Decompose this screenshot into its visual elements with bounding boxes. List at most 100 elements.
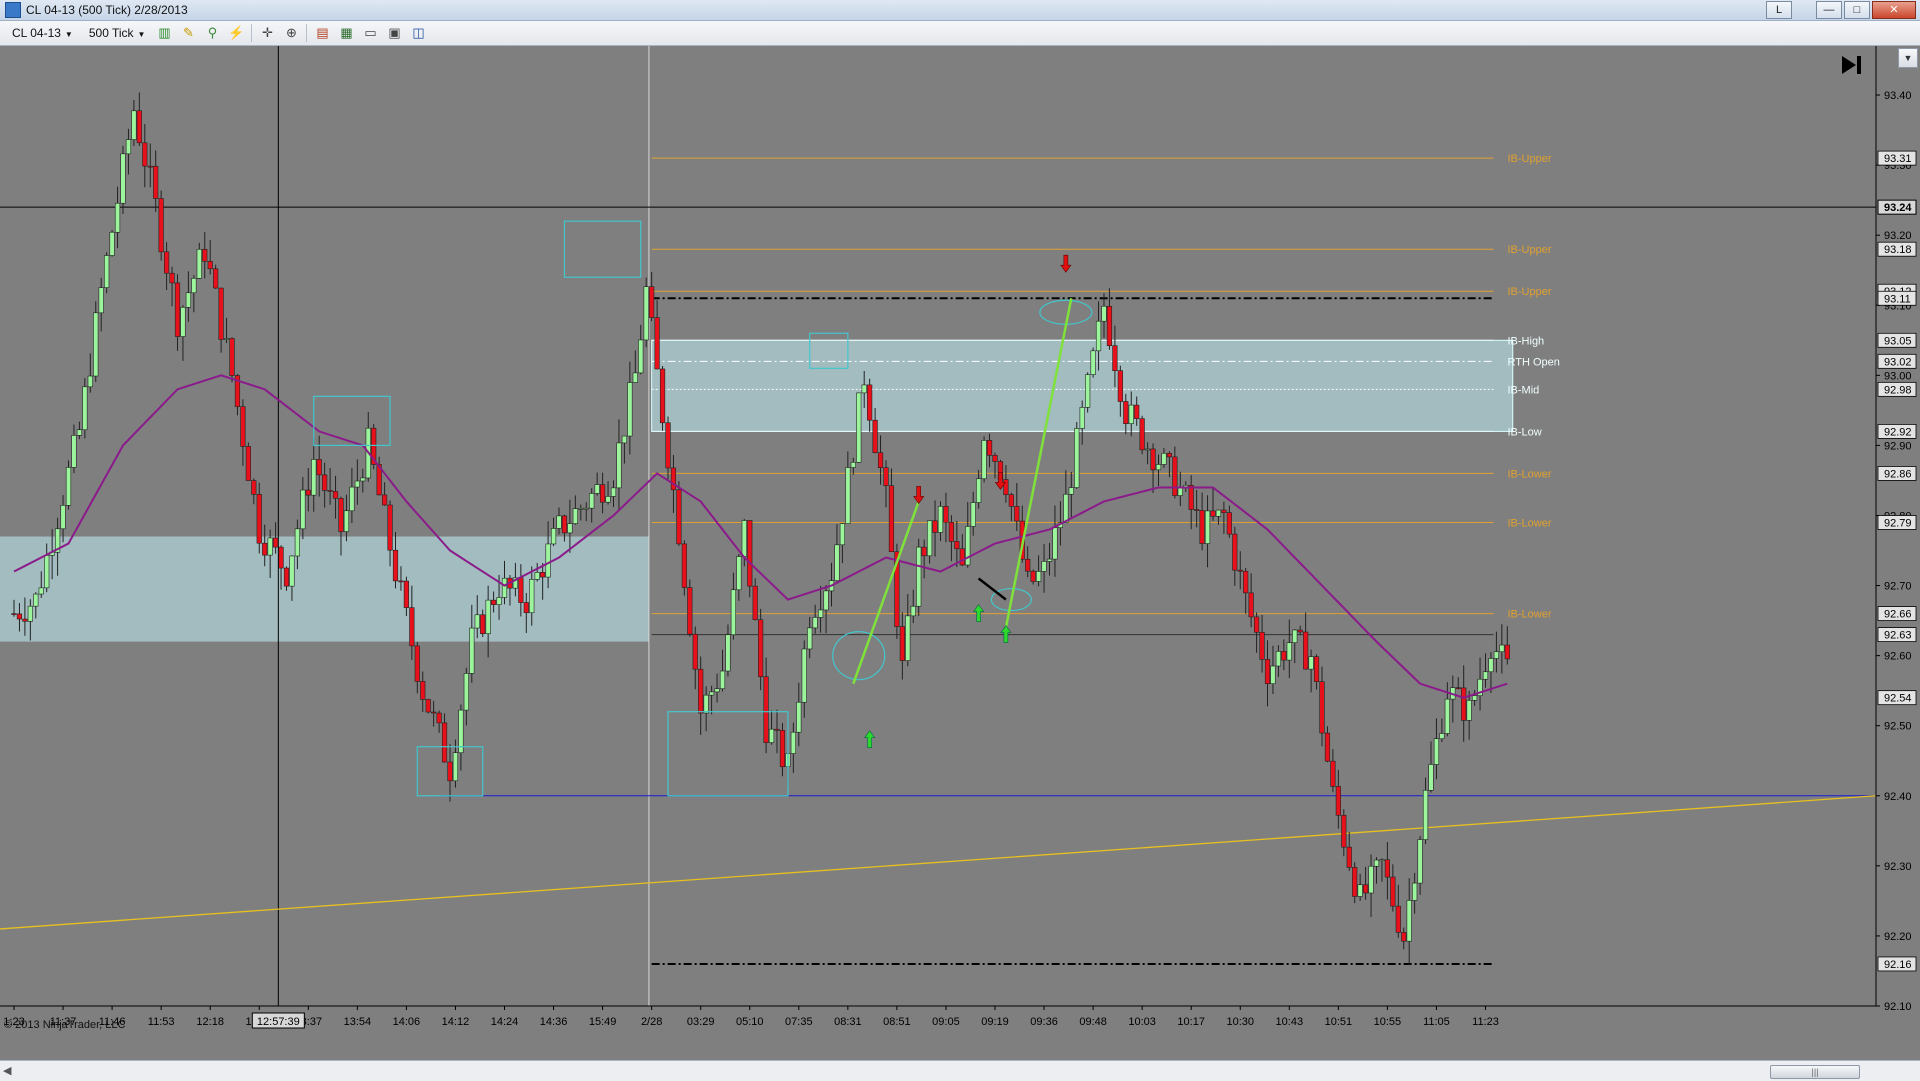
y-tick-label: 92.30: [1884, 861, 1912, 873]
candle-body: [758, 619, 764, 678]
scroll-left-icon[interactable]: ◀: [3, 1064, 11, 1077]
candle-body: [158, 198, 164, 253]
candle-body: [1101, 305, 1107, 322]
candle-body: [1177, 487, 1183, 496]
x-tick-label: 10:03: [1128, 1016, 1156, 1028]
candle-body: [823, 590, 829, 611]
candle-body: [71, 435, 77, 468]
toolbar-separator: [251, 24, 253, 42]
candle-body: [616, 442, 622, 489]
window-controls: L — □ ✕: [1766, 1, 1916, 19]
properties-icon[interactable]: ▤: [313, 24, 331, 42]
zoom-icon[interactable]: ⊕: [282, 24, 300, 42]
candle-body: [104, 255, 110, 288]
drawing-tool-icon[interactable]: ✎: [179, 24, 197, 42]
candle-body: [583, 507, 589, 510]
x-tick-label: 09:05: [932, 1016, 960, 1028]
crosshair-icon[interactable]: ✛: [258, 24, 276, 42]
layout-icon[interactable]: ◫: [409, 24, 427, 42]
candle-body: [839, 523, 845, 546]
candle-body: [93, 312, 99, 377]
candle-body: [992, 455, 998, 462]
candle-body: [1466, 700, 1472, 721]
scrollbar-thumb[interactable]: |||: [1770, 1065, 1860, 1079]
indicator-icon[interactable]: ⚲: [203, 24, 221, 42]
candle-body: [779, 730, 786, 768]
chart-panel[interactable]: IB-Upper IB-Upper IB-Upper IB-High RTH Open I…: [0, 46, 1920, 1060]
candle-body: [676, 489, 682, 545]
x-tick-label: 09:19: [981, 1016, 1009, 1028]
candle-body: [283, 567, 290, 587]
bar-type-icon[interactable]: ▥: [155, 24, 173, 42]
interval-selector[interactable]: 500 Tick ▼: [85, 24, 150, 42]
strategy-icon[interactable]: ⚡: [227, 24, 245, 42]
candle-body: [169, 272, 175, 284]
axis-value-label: 92.98: [1884, 384, 1912, 396]
candle-body: [1204, 510, 1211, 544]
candle-body: [1128, 404, 1134, 424]
y-tick-label: 93.00: [1884, 370, 1912, 382]
order-icon[interactable]: ▣: [385, 24, 403, 42]
axis-value-label: 93.02: [1884, 356, 1912, 368]
candle-body: [708, 691, 715, 696]
candle-body: [1226, 512, 1232, 535]
candle-body: [38, 587, 44, 595]
x-tick-label: 14:12: [442, 1016, 470, 1028]
horizontal-scrollbar[interactable]: ◀ |||: [0, 1060, 1920, 1081]
candle-body: [1188, 485, 1194, 510]
candle-body: [289, 555, 295, 587]
y-tick-label: 93.40: [1884, 90, 1912, 102]
candle-body: [1504, 644, 1510, 660]
candle-body: [1008, 494, 1014, 507]
candle-body: [1155, 464, 1162, 471]
candle-body: [480, 614, 486, 634]
candle-body: [807, 627, 813, 650]
close-icon[interactable]: ✕: [1872, 1, 1916, 19]
chart-menu-dropdown[interactable]: ▼: [1898, 48, 1918, 68]
candle-body: [469, 627, 475, 674]
candle-body: [1095, 320, 1102, 352]
candle-body: [877, 452, 884, 468]
candle-body: [649, 286, 655, 318]
axis-value-label: 92.86: [1884, 468, 1912, 480]
x-tick-label: 10:30: [1226, 1016, 1254, 1028]
candle-body: [245, 446, 251, 481]
candle-body: [872, 419, 878, 453]
cursor-time-label: 12:57:39: [257, 1016, 300, 1028]
y-tick-label: 92.70: [1884, 581, 1912, 593]
level-label: IB-High: [1508, 335, 1545, 347]
candle-body: [572, 508, 578, 524]
candle-body: [1417, 839, 1423, 884]
candle-body: [403, 580, 410, 608]
level-label: IB-Lower: [1508, 609, 1552, 621]
candle-body: [196, 249, 202, 279]
x-tick-label: 10:51: [1325, 1016, 1353, 1028]
candle-body: [1368, 865, 1374, 894]
candle-body: [1199, 510, 1205, 544]
toolbar-separator: [306, 24, 308, 42]
axis-value-label: 92.66: [1884, 609, 1912, 621]
x-tick-label: 08:31: [834, 1016, 862, 1028]
y-tick-label: 92.10: [1884, 1001, 1912, 1013]
candle-body: [545, 543, 551, 578]
candle-body: [834, 544, 840, 581]
candle-body: [937, 506, 944, 533]
candle-body: [1161, 453, 1167, 465]
candle-body: [1390, 876, 1396, 907]
candle-body: [1472, 695, 1478, 701]
candle-body: [659, 368, 666, 424]
link-button[interactable]: L: [1766, 1, 1792, 19]
candle-body: [867, 384, 873, 421]
minimize-icon[interactable]: —: [1816, 1, 1842, 19]
app-icon: [5, 2, 21, 18]
chart-trader-icon[interactable]: ▭: [361, 24, 379, 42]
candle-body: [44, 555, 50, 589]
price-chart[interactable]: IB-Upper IB-Upper IB-Upper IB-High RTH Open I…: [0, 46, 1920, 1060]
candle-body: [490, 599, 497, 605]
instrument-selector[interactable]: CL 04-13 ▼: [8, 24, 77, 42]
data-box-icon[interactable]: ▦: [337, 24, 355, 42]
candle-body: [485, 599, 491, 634]
axis-value-label: 93.05: [1884, 335, 1912, 347]
chart-toolbar: CL 04-13 ▼ 500 Tick ▼ ▥ ✎ ⚲ ⚡ ✛ ⊕ ▤ ▦ ▭ ▣ …: [0, 21, 1920, 46]
maximize-icon[interactable]: □: [1844, 1, 1870, 19]
